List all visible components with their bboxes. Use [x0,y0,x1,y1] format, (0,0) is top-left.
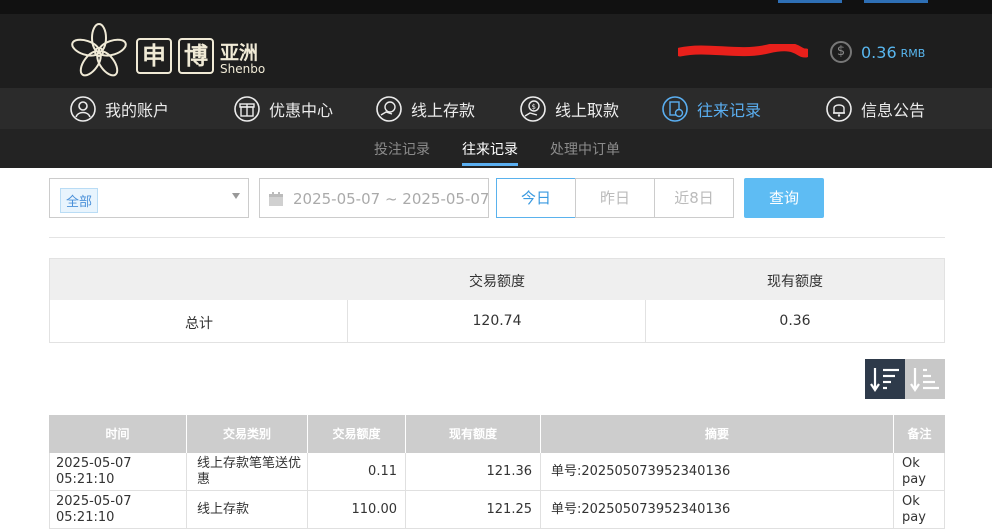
bell-icon [826,96,852,122]
top-bar [0,0,992,14]
nav-label: 往来记录 [697,101,762,120]
nav-item-account[interactable]: 我的账户 [70,94,169,124]
chevron-down-icon [232,193,240,199]
sort-descending-icon [870,368,899,392]
cell-time: 2025-05-07 05:21:10 [49,491,187,529]
cell-summary: 单号:202505073952340136 [541,491,894,529]
tab-transaction-records[interactable]: 往来记录 [462,139,518,159]
balance-display: $ 0.36 RMB [830,40,925,64]
summary-header-transaction: 交易额度 [469,274,525,290]
type-select[interactable]: 全部 [49,178,249,218]
withdraw-icon: $ [520,96,546,122]
column-header-time: 时间 [49,415,187,453]
sort-ascending-icon [910,368,939,392]
cell-remark: Okpay [894,491,945,529]
yesterday-button[interactable]: 昨日 [575,178,655,218]
summary-header-balance: 现有额度 [767,274,823,290]
nav-label: 我的账户 [105,101,170,120]
cell-amount: 0.11 [308,453,406,491]
sort-ascending-button[interactable] [905,359,945,399]
redacted-username [678,44,808,58]
main-nav: 我的账户 优惠中心 线上存款 $ 线上取款 往来记录 信息公告 [0,88,992,129]
nav-item-announcements[interactable]: 信息公告 [826,94,925,124]
summary-total-label: 总计 [185,316,213,332]
flower-logo-icon [71,23,127,77]
column-header-balance: 现有额度 [406,415,541,453]
logo-char-1: 申 [136,38,172,74]
table-row: 2025-05-07 05:21:10 线上存款 110.00 121.25 单… [49,491,945,529]
table-row: 2025-05-07 05:21:10 线上存款笔笔送优惠 0.11 121.3… [49,453,945,491]
balance-amount: 0.36 [861,42,897,62]
gift-icon [234,96,260,122]
site-header: 申 博 亚洲 Shenbo $ 0.36 RMB [0,14,992,88]
user-icon [70,96,96,122]
calendar-icon [269,192,283,206]
nav-item-records[interactable]: 往来记录 [662,94,761,124]
sub-nav: 投注记录 往来记录 处理中订单 [0,129,992,168]
cell-balance: 121.25 [406,491,541,529]
svg-text:$: $ [532,103,536,111]
active-tab-underline [462,163,518,166]
logo-asia-text: 亚洲 [220,42,259,64]
divider [49,237,945,238]
cell-type: 线上存款 [187,491,308,529]
deposit-icon [376,96,402,122]
top-login-link[interactable] [778,0,842,3]
nav-item-promotions[interactable]: 优惠中心 [234,94,333,124]
nav-item-withdraw[interactable]: $ 线上取款 [520,94,619,124]
cell-summary: 单号:202505073952340136 [541,453,894,491]
cell-balance: 121.36 [406,453,541,491]
records-icon [662,96,688,122]
date-range-input[interactable]: 2025-05-07 ~ 2025-05-07 [259,178,489,218]
summary-table: 交易额度 现有额度 总计 120.74 0.36 [49,258,945,343]
nav-label: 线上存款 [411,101,476,120]
tab-bet-records[interactable]: 投注记录 [374,139,430,159]
sort-descending-button[interactable] [865,359,905,399]
dollar-coin-icon: $ [830,41,852,63]
cell-remark: Okpay [894,453,945,491]
column-header-type: 交易类别 [187,415,308,453]
logo-english-text: Shenbo [220,62,266,76]
nav-item-deposit[interactable]: 线上存款 [376,94,475,124]
logo-char-2: 博 [178,38,214,74]
last-8-days-button[interactable]: 近8日 [654,178,734,218]
column-header-remark: 备注 [894,415,945,453]
balance-currency: RMB [900,47,926,60]
selected-type-tag: 全部 [60,188,99,213]
summary-total-balance: 0.36 [779,313,811,329]
nav-label: 线上取款 [555,101,620,120]
nav-label: 信息公告 [861,101,926,120]
date-range-text: 2025-05-07 ~ 2025-05-07 [293,190,489,208]
cell-amount: 110.00 [308,491,406,529]
site-logo[interactable]: 申 博 亚洲 Shenbo [68,22,278,82]
query-button[interactable]: 查询 [744,178,824,218]
column-header-amount: 交易额度 [308,415,406,453]
top-register-link[interactable] [864,0,928,3]
nav-label: 优惠中心 [269,101,334,120]
cell-type: 线上存款笔笔送优惠 [187,453,308,491]
cell-time: 2025-05-07 05:21:10 [49,453,187,491]
summary-total-transaction: 120.74 [472,313,522,329]
today-button[interactable]: 今日 [496,178,576,218]
tab-pending-orders[interactable]: 处理中订单 [550,139,620,159]
column-header-summary: 摘要 [541,415,894,453]
